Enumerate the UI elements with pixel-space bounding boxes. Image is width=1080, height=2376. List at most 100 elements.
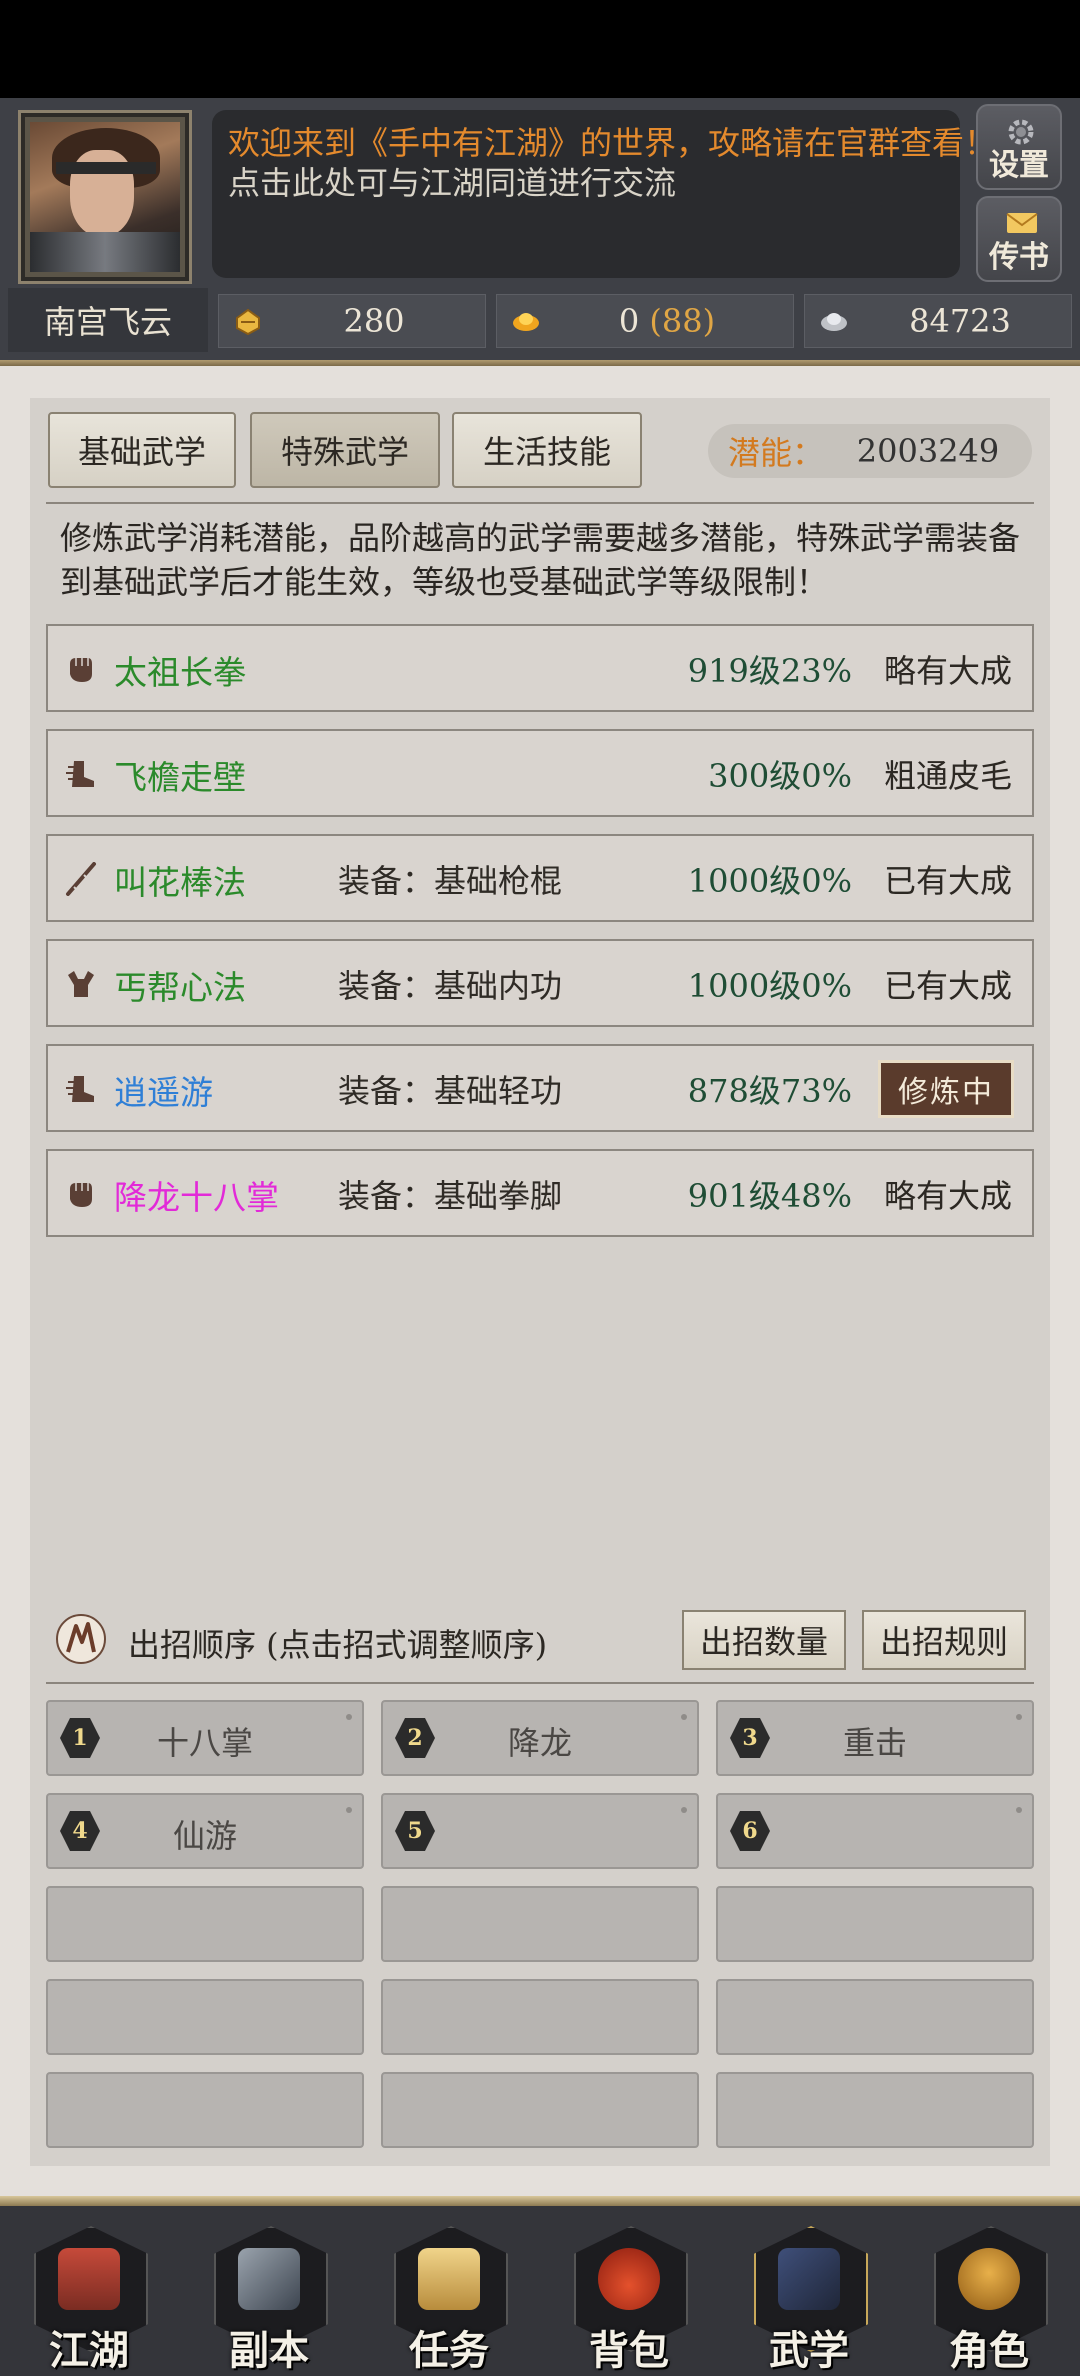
gold-ingot-icon [513, 313, 539, 331]
ingot-value: 280 [343, 302, 405, 340]
nav-label: 任务 [409, 2327, 489, 2374]
skill-stage: 略有大成 [883, 652, 1012, 690]
slot-skill-label: 降龙 [507, 1724, 572, 1762]
slot-rivet [346, 1807, 352, 1813]
skill-order-icon [56, 1614, 106, 1664]
skill-level: 300级0% [708, 757, 852, 795]
skill-name: 太祖长拳 [114, 653, 246, 692]
skill-equip: 装备：基础枪棍 [338, 862, 563, 900]
staff-icon [66, 862, 96, 896]
player-name: 南宫飞云 [8, 288, 208, 352]
skill-row-xianglong-shibazhang[interactable]: 降龙十八掌 装备：基础拳脚 901级48% 略有大成 [46, 1149, 1034, 1237]
nav-bag[interactable]: 背包 [574, 2226, 688, 2374]
empty-slot[interactable] [46, 1886, 364, 1962]
boot-icon [66, 1076, 94, 1102]
skill-row-gaibang-xinfa[interactable]: 丐帮心法 装备：基础内功 1000级0% 已有大成 [46, 939, 1034, 1027]
order-slot-5[interactable]: 5 [381, 1793, 699, 1869]
skill-name: 飞檐走壁 [114, 758, 246, 797]
potential-value: 2003249 [856, 432, 1000, 470]
skill-rules-button[interactable]: 出招规则 [862, 1610, 1026, 1670]
notice-chat-text[interactable]: 点击此处可与江湖同道进行交流 [228, 158, 676, 204]
gold-bonus-value: (88) [649, 302, 716, 340]
nav-label: 背包 [589, 2327, 669, 2374]
nav-jianghu[interactable]: 江湖 [34, 2226, 148, 2374]
skill-row-jiaohua-bangfa[interactable]: 叫花棒法 装备：基础枪棍 1000级0% 已有大成 [46, 834, 1034, 922]
empty-slot[interactable] [381, 1886, 699, 1962]
ingot-currency: 280 [218, 294, 486, 348]
order-slot-3[interactable]: 3 重击 [716, 1700, 1034, 1776]
skill-level: 901级48% [687, 1177, 852, 1215]
slot-number-badge: 5 [395, 1811, 435, 1851]
slot-rivet [1016, 1714, 1022, 1720]
slot-rivet [681, 1714, 687, 1720]
skill-row-xiaoyao-you[interactable]: 逍遥游 装备：基础轻功 878级73% 修炼中 [46, 1044, 1034, 1132]
book-sword-icon [778, 2248, 840, 2310]
nav-martial-arts[interactable]: 武学 [754, 2226, 868, 2374]
nav-label: 江湖 [49, 2327, 129, 2374]
mail-button[interactable]: 传书 [976, 196, 1062, 282]
gold-value: 0 [618, 302, 640, 340]
tab-life-skills[interactable]: 生活技能 [452, 412, 642, 488]
description-text: 修炼武学消耗潜能，品阶越高的武学需要越多潜能，特殊武学需装备到基础武学后才能生效… [60, 519, 1021, 601]
slot-skill-label: 重击 [842, 1724, 907, 1762]
skill-name: 逍遥游 [114, 1073, 213, 1112]
empty-slot[interactable] [46, 2072, 364, 2148]
silver-icon [821, 313, 847, 331]
empty-slot[interactable] [46, 1979, 364, 2055]
avatar-armor [30, 232, 180, 272]
order-slot-1[interactable]: 1 十八掌 [46, 1700, 364, 1776]
tab-special-martial-arts[interactable]: 特殊武学 [250, 412, 440, 488]
nav-dungeon[interactable]: 副本 [214, 2226, 328, 2374]
skill-level: 878级73% [687, 1072, 852, 1110]
boot-icon [66, 761, 94, 787]
skill-count-button[interactable]: 出招数量 [682, 1610, 846, 1670]
empty-slot[interactable] [716, 1886, 1034, 1962]
skill-stage: 粗通皮毛 [883, 757, 1012, 795]
tab-basic-martial-arts[interactable]: 基础武学 [48, 412, 236, 488]
order-divider [46, 1682, 1034, 1684]
gold-currency: 0 (88) [496, 294, 794, 348]
skill-equip: 装备：基础内功 [338, 967, 563, 1005]
gourd-icon [958, 2248, 1020, 2310]
bottom-nav-bar [0, 2206, 1080, 2376]
nav-label: 副本 [229, 2327, 309, 2374]
slot-skill-label: 仙游 [172, 1817, 237, 1855]
skill-equip: 装备：基础轻功 [338, 1072, 563, 1110]
skill-level: 919级23% [687, 652, 852, 690]
pouch-icon [598, 2248, 660, 2310]
slot-skill-label: 十八掌 [156, 1724, 253, 1762]
skill-level: 1000级0% [687, 967, 852, 1005]
slot-rivet [1016, 1807, 1022, 1813]
slot-rivet [346, 1714, 352, 1720]
skill-stage: 略有大成 [883, 1177, 1012, 1215]
training-stamp: 修炼中 [878, 1060, 1014, 1118]
empty-slot[interactable] [716, 2072, 1034, 2148]
order-slot-6[interactable]: 6 [716, 1793, 1034, 1869]
pagoda-icon [58, 2248, 120, 2310]
skill-name: 叫花棒法 [114, 863, 246, 902]
skill-name: 降龙十八掌 [114, 1178, 279, 1217]
empty-slot[interactable] [716, 1979, 1034, 2055]
skill-order-title: 出招顺序 (点击招式调整顺序) [128, 1626, 548, 1664]
potential-display: 潜能： 2003249 [708, 424, 1032, 478]
mail-label: 传书 [989, 240, 1049, 275]
avatar[interactable] [30, 122, 180, 272]
order-slot-2[interactable]: 2 降龙 [381, 1700, 699, 1776]
empty-slot[interactable] [381, 1979, 699, 2055]
muscle-icon [68, 971, 94, 997]
order-slot-4[interactable]: 4 仙游 [46, 1793, 364, 1869]
skill-row-feiyan-zoubi[interactable]: 飞檐走壁 300级0% 粗通皮毛 [46, 729, 1034, 817]
skill-equip: 装备：基础拳脚 [338, 1177, 563, 1215]
gold-value-group: 0 (88) [541, 302, 793, 340]
avatar-headband [56, 162, 156, 174]
skill-row-taizu-changquan[interactable]: 太祖长拳 919级23% 略有大成 [46, 624, 1034, 712]
nav-label: 角色 [949, 2327, 1029, 2374]
potential-label: 潜能： [728, 434, 825, 472]
scroll-icon [418, 2248, 480, 2310]
nav-quests[interactable]: 任务 [394, 2226, 508, 2374]
settings-button[interactable]: 设置 [976, 104, 1062, 190]
silver-currency: 84723 [804, 294, 1072, 348]
empty-slot[interactable] [381, 2072, 699, 2148]
nav-character[interactable]: 角色 [934, 2226, 1048, 2374]
nav-label: 武学 [769, 2327, 849, 2374]
